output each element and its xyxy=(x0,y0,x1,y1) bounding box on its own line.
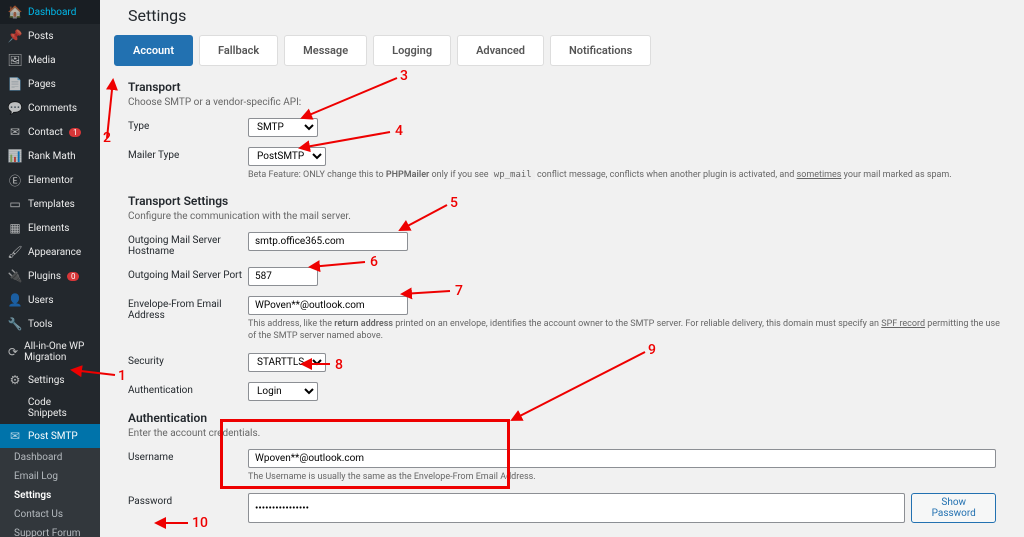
sidebar-item-users[interactable]: 👤 Users xyxy=(0,288,100,312)
transport-heading: Transport xyxy=(128,80,1010,94)
sidebar-item-label: Tools xyxy=(28,319,52,330)
envelope-input[interactable] xyxy=(248,296,408,315)
sidebar-item-label: Posts xyxy=(28,31,54,42)
transport-desc: Choose SMTP or a vendor-specific API: xyxy=(128,97,1010,108)
show-password-button[interactable]: Show Password xyxy=(911,493,996,523)
submenu-email-log[interactable]: Email Log xyxy=(0,467,100,486)
sidebar-item-templates[interactable]: ▭ Templates xyxy=(0,192,100,216)
type-label: Type xyxy=(128,118,248,137)
sidebar-icon: 📄 xyxy=(8,77,22,91)
sidebar-item-posts[interactable]: 📌 Posts xyxy=(0,24,100,48)
envelope-label: Envelope-From Email Address xyxy=(128,296,248,343)
hostname-input[interactable] xyxy=(248,232,408,251)
sidebar-item-all-in-one-wp-migration[interactable]: ⟳ All-in-One WP Migration xyxy=(0,336,100,368)
sidebar-item-comments[interactable]: 💬 Comments xyxy=(0,96,100,120)
page-title: Settings xyxy=(128,6,1010,25)
sidebar-icon: ✉ xyxy=(8,125,22,139)
sidebar-item-label: Comments xyxy=(28,103,77,114)
sidebar-item-elements[interactable]: ▦ Elements xyxy=(0,216,100,240)
settings-tabs: AccountFallbackMessageLoggingAdvancedNot… xyxy=(114,35,1010,66)
auth-desc: Enter the account credentials. xyxy=(128,428,1010,439)
tab-notifications[interactable]: Notifications xyxy=(550,35,651,66)
sidebar-icon: 🔌 xyxy=(8,269,22,283)
sidebar-item-label: Contact xyxy=(28,127,63,138)
auth-mode-label: Authentication xyxy=(128,382,248,401)
username-hint: The Username is usually the same as the … xyxy=(248,471,996,484)
admin-sidebar: 🏠 Dashboard 📌 Posts 🖼 Media 📄 Pages 💬 Comments ✉ Co… xyxy=(0,0,100,537)
sidebar-icon: 📊 xyxy=(8,149,22,163)
main-content: Settings AccountFallbackMessageLoggingAd… xyxy=(100,0,1024,537)
sidebar-icon: 💬 xyxy=(8,101,22,115)
envelope-hint: This address, like the return address pr… xyxy=(248,318,1010,343)
sidebar-item-appearance[interactable]: 🖌 Appearance xyxy=(0,240,100,264)
badge: 0 xyxy=(67,272,80,281)
port-label: Outgoing Mail Server Port xyxy=(128,267,248,286)
tab-message[interactable]: Message xyxy=(284,35,367,66)
sidebar-item-dashboard[interactable]: 🏠 Dashboard xyxy=(0,0,100,24)
sidebar-item-media[interactable]: 🖼 Media xyxy=(0,48,100,72)
sidebar-item-label: Users xyxy=(28,295,54,306)
mailer-label: Mailer Type xyxy=(128,147,248,182)
sidebar-item-elementor[interactable]: Ⓔ Elementor xyxy=(0,168,100,192)
sidebar-item-label: Media xyxy=(28,55,56,66)
submenu-settings[interactable]: Settings xyxy=(0,486,100,505)
sidebar-item-label: Elements xyxy=(28,223,69,234)
sidebar-item-label: Rank Math xyxy=(28,151,76,162)
tab-fallback[interactable]: Fallback xyxy=(199,35,278,66)
tab-logging[interactable]: Logging xyxy=(373,35,451,66)
sidebar-item-label: Pages xyxy=(28,79,56,90)
sidebar-icon: ⚙ xyxy=(8,373,22,387)
sidebar-item-plugins[interactable]: 🔌 Plugins 0 xyxy=(0,264,100,288)
auth-mode-select[interactable]: Login xyxy=(248,382,318,401)
settings-heading: Transport Settings xyxy=(128,194,1010,208)
sidebar-item-label: Dashboard xyxy=(28,7,76,18)
port-input[interactable] xyxy=(248,267,318,286)
security-label: Security xyxy=(128,353,248,372)
tab-account[interactable]: Account xyxy=(114,35,193,66)
auth-heading: Authentication xyxy=(128,411,1010,425)
sidebar-item-label: Appearance xyxy=(28,247,81,258)
sidebar-icon xyxy=(8,401,22,415)
sidebar-icon: 📌 xyxy=(8,29,22,43)
sidebar-item-tools[interactable]: 🔧 Tools xyxy=(0,312,100,336)
sidebar-item-label: Code Snippets xyxy=(28,397,92,419)
password-input[interactable] xyxy=(248,493,905,523)
submenu-contact-us[interactable]: Contact Us xyxy=(0,505,100,524)
sidebar-item-pages[interactable]: 📄 Pages xyxy=(0,72,100,96)
sidebar-item-code-snippets[interactable]: Code Snippets xyxy=(0,392,100,424)
type-select[interactable]: SMTP xyxy=(248,118,318,137)
settings-desc: Configure the communication with the mai… xyxy=(128,211,1010,222)
security-select[interactable]: STARTTLS xyxy=(248,353,326,372)
mailer-select[interactable]: PostSMTP xyxy=(248,147,326,166)
sidebar-item-label: Templates xyxy=(28,199,75,210)
sidebar-item-contact[interactable]: ✉ Contact 1 xyxy=(0,120,100,144)
sidebar-item-rank-math[interactable]: 📊 Rank Math xyxy=(0,144,100,168)
sidebar-icon: Ⓔ xyxy=(8,173,22,187)
sidebar-icon: 🏠 xyxy=(8,5,22,19)
sidebar-item-label: All-in-One WP Migration xyxy=(24,341,92,363)
sidebar-item-label: Post SMTP xyxy=(28,431,78,442)
mailer-hint: Beta Feature: ONLY change this to PHPMai… xyxy=(248,169,1010,182)
username-input[interactable] xyxy=(248,449,996,468)
password-label: Password xyxy=(128,493,248,523)
sidebar-icon: 🔧 xyxy=(8,317,22,331)
username-label: Username xyxy=(128,449,248,484)
sidebar-icon: 🖌 xyxy=(8,245,22,259)
submenu-support-forum[interactable]: Support Forum xyxy=(0,524,100,537)
sidebar-icon: 👤 xyxy=(8,293,22,307)
sidebar-item-settings[interactable]: ⚙ Settings xyxy=(0,368,100,392)
sidebar-icon: ▦ xyxy=(8,221,22,235)
sidebar-icon: ✉ xyxy=(8,429,22,443)
sidebar-icon: ⟳ xyxy=(8,345,18,359)
badge: 1 xyxy=(69,128,82,137)
sidebar-item-label: Settings xyxy=(28,375,65,386)
sidebar-item-label: Elementor xyxy=(28,175,73,186)
submenu-dashboard[interactable]: Dashboard xyxy=(0,448,100,467)
sidebar-item-label: Plugins xyxy=(28,271,61,282)
sidebar-icon: 🖼 xyxy=(8,53,22,67)
sidebar-item-post-smtp[interactable]: ✉ Post SMTP xyxy=(0,424,100,448)
hostname-label: Outgoing Mail Server Hostname xyxy=(128,232,248,257)
sidebar-icon: ▭ xyxy=(8,197,22,211)
tab-advanced[interactable]: Advanced xyxy=(457,35,544,66)
